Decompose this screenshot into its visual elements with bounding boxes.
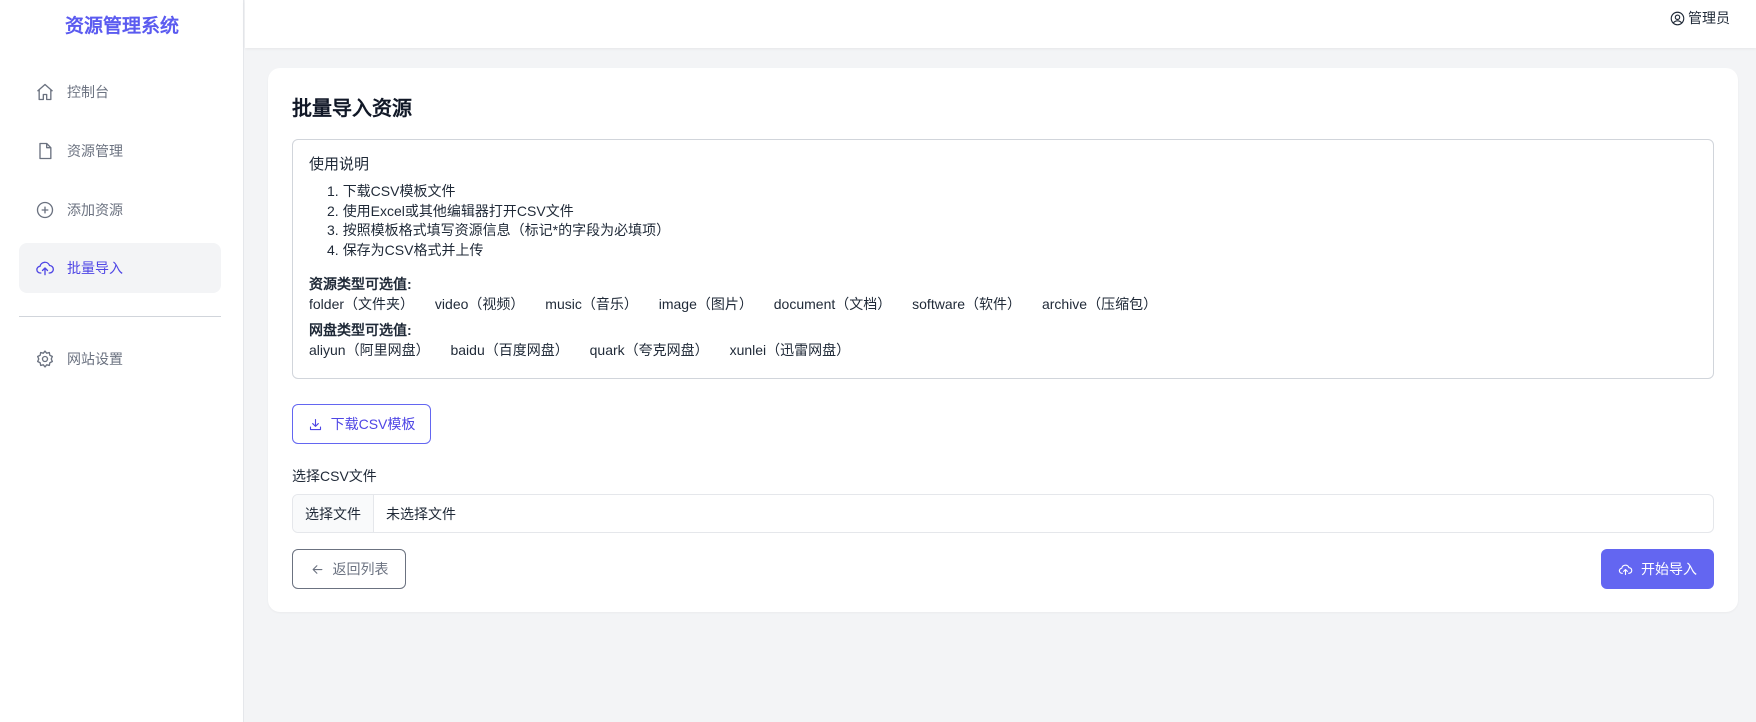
file-field-label: 选择CSV文件 xyxy=(292,468,377,484)
back-to-list-button[interactable]: 返回列表 xyxy=(292,549,406,589)
resource-types-values: folder（文件夹） video（视频） music（音乐） image（图片… xyxy=(309,296,1158,312)
sidebar-divider xyxy=(19,316,221,317)
document-icon xyxy=(35,141,55,161)
resource-types-label: 资源类型可选值: xyxy=(309,276,412,292)
user-circle-icon xyxy=(1670,11,1685,25)
list-item: 4. 保存为CSV格式并上传 xyxy=(327,241,484,258)
sidebar-item-settings[interactable]: 网站设置 xyxy=(19,334,221,384)
choose-file-button[interactable]: 选择文件 xyxy=(293,495,374,532)
brand-title: 资源管理系统 xyxy=(64,15,179,37)
user-menu[interactable]: 管理员 xyxy=(1670,8,1730,28)
instructions-box: 使用说明 1. 下载CSV模板文件 2. 使用Excel或其他编辑器打开CSV文件 … xyxy=(292,139,1714,379)
user-name: 管理员 xyxy=(1688,10,1730,26)
sidebar: 资源管理系统 控制台 资源管理 添加资源 批量导入 网站设置 xyxy=(0,0,244,722)
file-status: 未选择文件 xyxy=(386,505,456,522)
cloud-upload-icon xyxy=(35,258,55,278)
cloud-upload-icon xyxy=(1618,564,1633,575)
sidebar-item-dashboard[interactable]: 控制台 xyxy=(19,67,221,117)
page-title: 批量导入资源 xyxy=(292,98,412,120)
sidebar-item-label: 资源管理 xyxy=(67,143,123,159)
import-card: 批量导入资源 使用说明 1. 下载CSV模板文件 2. 使用Excel或其他编辑器打… xyxy=(268,68,1738,612)
sidebar-item-batch-import[interactable]: 批量导入 xyxy=(19,243,221,293)
disk-types-values: aliyun（阿里网盘） baidu（百度网盘） quark（夸克网盘） xun… xyxy=(309,342,851,358)
sidebar-item-label: 网站设置 xyxy=(67,351,123,367)
sidebar-item-label: 添加资源 xyxy=(67,202,123,218)
list-item: 2. 使用Excel或其他编辑器打开CSV文件 xyxy=(327,202,574,219)
steps-list: 1. 下载CSV模板文件 2. 使用Excel或其他编辑器打开CSV文件 3. 按照模… xyxy=(309,182,1697,260)
download-template-button[interactable]: 下载CSV模板 xyxy=(292,404,431,444)
gear-icon xyxy=(35,349,55,369)
sidebar-item-resources[interactable]: 资源管理 xyxy=(19,126,221,176)
start-import-button[interactable]: 开始导入 xyxy=(1601,549,1714,589)
download-icon xyxy=(309,418,321,430)
disk-types-label: 网盘类型可选值: xyxy=(309,322,412,338)
sidebar-item-label: 批量导入 xyxy=(67,260,123,276)
arrow-left-icon xyxy=(312,564,322,574)
plus-circle-icon xyxy=(35,200,55,220)
top-header: 管理员 xyxy=(245,0,1756,48)
sidebar-item-add[interactable]: 添加资源 xyxy=(19,185,221,235)
home-icon xyxy=(35,82,55,102)
csv-file-input[interactable]: 选择文件 未选择文件 xyxy=(292,494,1714,533)
instructions-heading: 使用说明 xyxy=(309,156,370,173)
list-item: 1. 下载CSV模板文件 xyxy=(327,183,456,199)
sidebar-item-label: 控制台 xyxy=(67,84,109,100)
list-item: 3. 按照模板格式填写资源信息（标记*的字段为必填项） xyxy=(327,222,671,238)
